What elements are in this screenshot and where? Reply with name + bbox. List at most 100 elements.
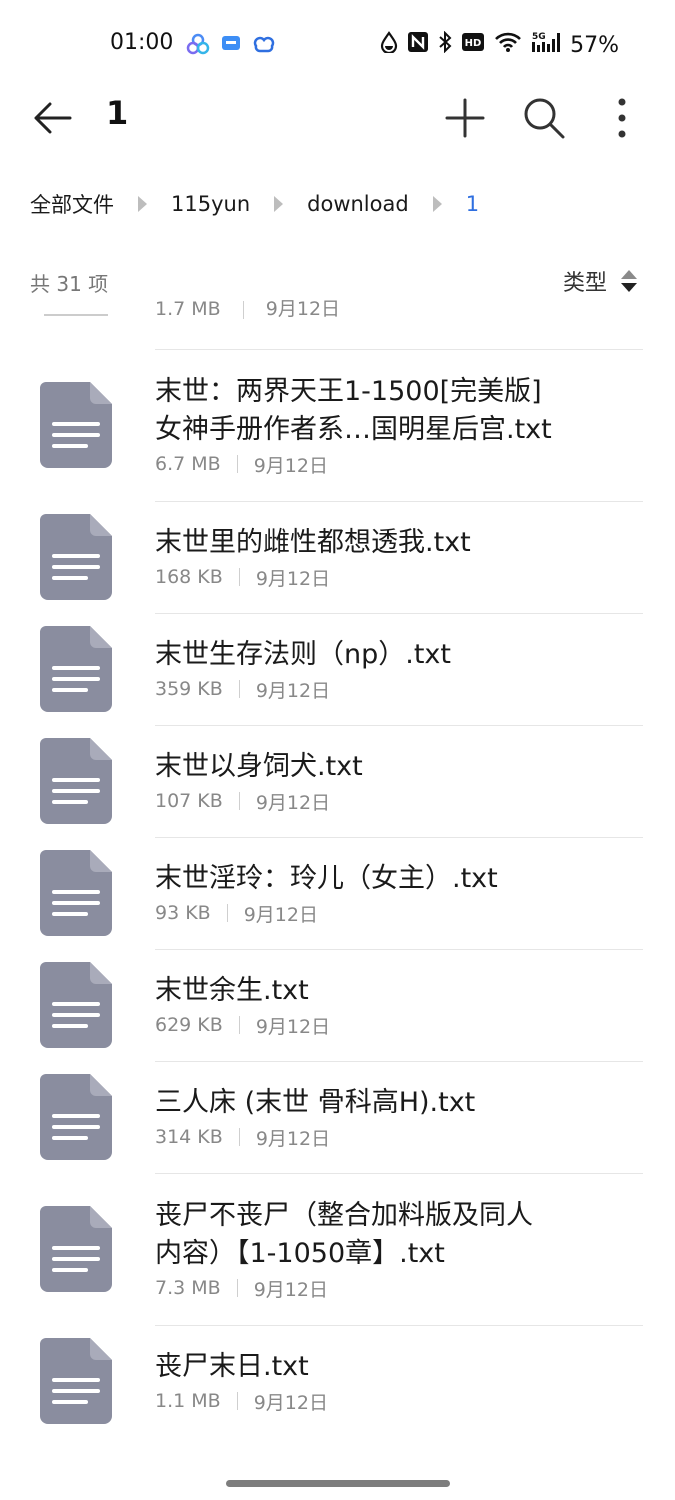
meta-separator [238, 568, 240, 586]
list-item-partial[interactable]: 1.7 MB 9月12日 [0, 300, 675, 349]
cloud-app-icon [186, 32, 210, 60]
plus-icon [445, 98, 485, 138]
divider [155, 949, 643, 950]
breadcrumb-current[interactable]: 1 [466, 192, 479, 216]
home-indicator[interactable] [226, 1480, 450, 1487]
page-title: 1 [106, 94, 129, 132]
file-date: 9月12日 [255, 1015, 331, 1038]
list-item[interactable]: 末世以身饲犬.txt 107 KB 9月12日 [0, 725, 675, 837]
status-right: HD 5G 57% [380, 30, 619, 60]
sort-order-icon [621, 270, 637, 292]
file-info: 丧尸末日.txt 1.1 MB 9月12日 [155, 1348, 358, 1415]
svg-text:5G: 5G [532, 32, 546, 42]
file-name: 末世余生.txt [155, 974, 309, 1006]
status-time: 01:00 [110, 30, 174, 55]
file-name: 三人床 (末世 骨科高H).txt [155, 1086, 476, 1118]
document-icon [40, 514, 112, 600]
list-item[interactable]: 末世：两界天王1-1500[完美版] 女神手册作者系…国明星后宫.txt 6.7 … [0, 349, 675, 501]
list-item[interactable]: 末世余生.txt 629 KB 9月12日 [0, 949, 675, 1061]
bluetooth-icon [438, 30, 452, 59]
file-name: 末世生存法则（np）.txt [155, 638, 451, 670]
file-name: 末世淫玲：玲儿（女主）.txt [155, 862, 498, 894]
list-item[interactable]: 三人床 (末世 骨科高H).txt 314 KB 9月12日 [0, 1061, 675, 1173]
file-size: 359 KB [155, 678, 223, 700]
divider [155, 1325, 643, 1326]
file-info: 末世里的雌性都想透我.txt 168 KB 9月12日 [155, 524, 501, 591]
status-bar: 01:00 HD 5G 57% [0, 0, 675, 90]
battery-percent: 57% [570, 32, 619, 58]
file-meta: 1.7 MB 9月12日 [155, 300, 340, 321]
file-size: 629 KB [155, 1014, 223, 1036]
list-item[interactable]: 末世生存法则（np）.txt 359 KB 9月12日 [0, 613, 675, 725]
file-date: 9月12日 [253, 454, 328, 477]
breadcrumb: 全部文件 115yun download 1 [30, 186, 479, 222]
file-meta: 7.3 MB 9月12日 [155, 1275, 533, 1302]
cellular-signal-icon: 5G [531, 30, 561, 60]
file-size: 7.3 MB [155, 1277, 221, 1299]
wifi-icon [494, 31, 522, 59]
divider [155, 837, 643, 838]
baidu-cloud-icon [252, 32, 276, 60]
file-size: 1.7 MB [155, 300, 221, 320]
breadcrumb-all-files[interactable]: 全部文件 [30, 189, 114, 219]
file-date: 9月12日 [255, 567, 331, 590]
file-date: 9月12日 [243, 903, 318, 926]
search-button[interactable] [522, 96, 566, 140]
file-meta: 93 KB 9月12日 [155, 900, 498, 927]
chevron-right-icon [138, 196, 147, 212]
list-item[interactable]: 丧尸末日.txt 1.1 MB 9月12日 [0, 1325, 675, 1437]
sort-button[interactable]: 类型 [563, 265, 637, 297]
data-saver-icon [380, 31, 398, 59]
document-icon [40, 1206, 112, 1292]
file-meta: 168 KB 9月12日 [155, 564, 471, 591]
item-count: 共 31 项 [30, 272, 109, 296]
document-icon [40, 850, 112, 936]
list-item[interactable]: 末世里的雌性都想透我.txt 168 KB 9月12日 [0, 501, 675, 613]
divider [155, 1173, 643, 1174]
file-name: 丧尸末日.txt [155, 1350, 309, 1382]
file-meta: 314 KB 9月12日 [155, 1124, 475, 1151]
document-icon [40, 1074, 112, 1160]
file-name: 末世以身饲犬.txt [155, 750, 363, 782]
notification-icons [186, 32, 276, 60]
top-app-bar: 1 [0, 80, 675, 156]
more-options-button[interactable] [602, 96, 642, 140]
file-meta: 1.1 MB 9月12日 [155, 1388, 328, 1415]
breadcrumb-115yun[interactable]: 115yun [171, 192, 250, 216]
message-app-icon [220, 32, 242, 60]
search-icon [524, 98, 565, 139]
add-button[interactable] [443, 96, 487, 140]
document-icon [40, 738, 112, 824]
file-size: 314 KB [155, 1126, 223, 1148]
list-item[interactable]: 丧尸不丧尸（整合加料版及同人 内容）【1-1050章】.txt 7.3 MB 9月1… [0, 1173, 675, 1325]
chevron-right-icon [432, 196, 442, 212]
file-meta: 629 KB 9月12日 [155, 1012, 330, 1039]
file-meta: 107 KB 9月12日 [155, 788, 363, 815]
list-item[interactable]: 末世淫玲：玲儿（女主）.txt 93 KB 9月12日 [0, 837, 675, 949]
file-date: 9月12日 [255, 679, 331, 702]
file-info: 三人床 (末世 骨科高H).txt 314 KB 9月12日 [155, 1084, 505, 1151]
divider [155, 1061, 643, 1062]
file-meta: 359 KB 9月12日 [155, 676, 451, 703]
divider [155, 501, 643, 502]
sort-label: 类型 [562, 271, 607, 296]
meta-separator [238, 1128, 240, 1146]
file-date: 9月12日 [265, 300, 341, 320]
file-name: 末世里的雌性都想透我.txt [155, 526, 471, 558]
svg-text:HD: HD [465, 38, 482, 49]
file-info: 末世余生.txt 629 KB 9月12日 [155, 972, 360, 1039]
meta-separator [236, 1392, 238, 1410]
file-name: 丧尸不丧尸（整合加料版及同人 内容）【1-1050章】.txt [155, 1199, 533, 1269]
file-size: 168 KB [155, 566, 223, 588]
file-date: 9月12日 [255, 1127, 331, 1150]
back-button[interactable] [30, 96, 74, 140]
file-info: 末世以身饲犬.txt 107 KB 9月12日 [155, 748, 393, 815]
hd-icon: HD [461, 32, 485, 58]
breadcrumb-download[interactable]: download [307, 192, 409, 216]
file-list[interactable]: 1.7 MB 9月12日 末世：两界天王1-1500[完美版] 女神手册作者系…… [0, 300, 675, 1450]
back-arrow-icon [34, 102, 72, 134]
meta-separator [236, 455, 238, 473]
file-date: 9月12日 [255, 791, 331, 814]
chevron-right-icon [274, 196, 284, 212]
divider [155, 349, 643, 350]
